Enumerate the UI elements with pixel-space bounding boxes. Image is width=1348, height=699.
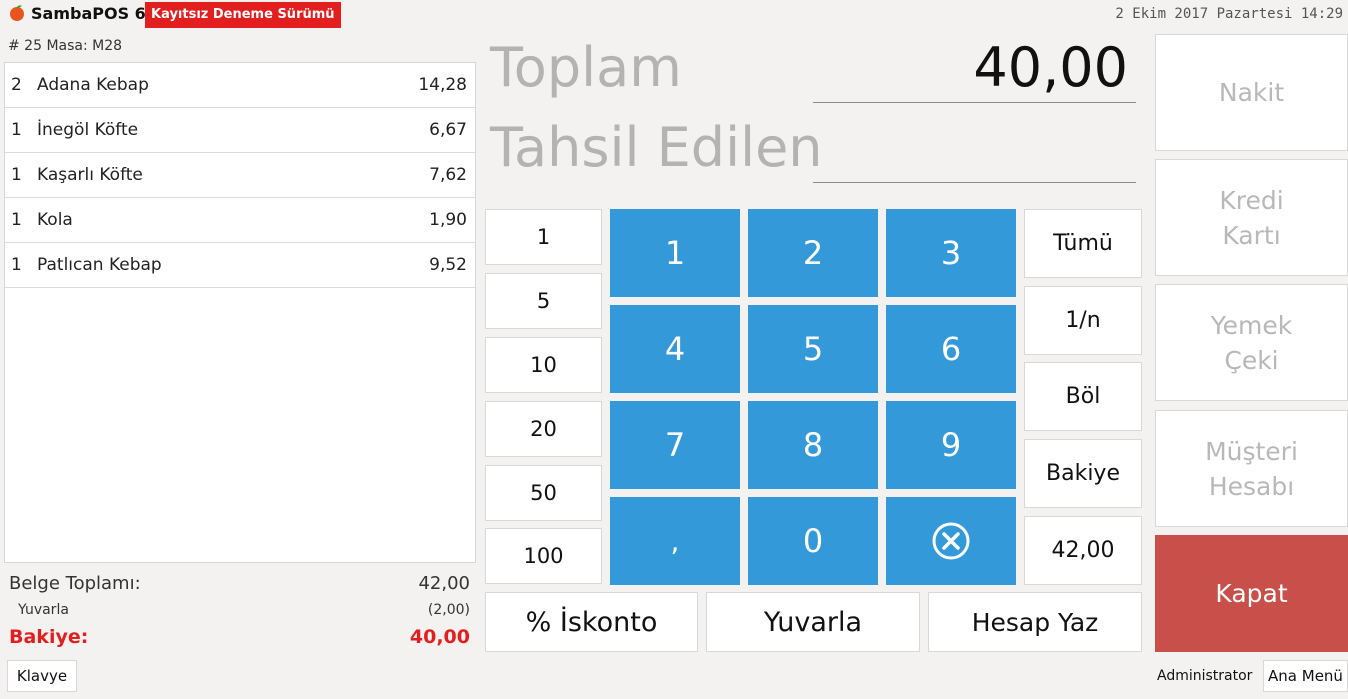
quick-amount-10-button[interactable]: 10	[485, 337, 602, 393]
order-qty: 1	[11, 210, 22, 230]
fraction-button[interactable]: 1/n	[1024, 286, 1142, 355]
quick-amount-20-button[interactable]: 20	[485, 401, 602, 457]
total-value: 40,00	[973, 36, 1128, 99]
keyboard-button[interactable]: Klavye	[7, 660, 77, 692]
meal-voucher-label-line2: Çeki	[1224, 345, 1279, 375]
collected-label: Tahsil Edilen	[490, 116, 823, 179]
quick-amount-1-button[interactable]: 1	[485, 209, 602, 265]
clear-circle-x-icon	[931, 521, 971, 561]
round-button[interactable]: Yuvarla	[706, 592, 920, 652]
customer-account-label-line1: Müşteri	[1205, 436, 1298, 466]
discount-button[interactable]: % İskonto	[485, 592, 698, 652]
order-price: 7,62	[429, 165, 467, 185]
ticket-info: # 25 Masa: M28	[8, 38, 123, 54]
numpad-0-button[interactable]: 0	[748, 497, 878, 585]
credit-card-label-line2: Kartı	[1222, 220, 1281, 250]
numpad-3-button[interactable]: 3	[886, 209, 1016, 297]
order-row[interactable]: 1 Kola 1,90	[5, 198, 475, 243]
order-qty: 1	[11, 255, 22, 275]
credit-card-label-line1: Kredi	[1219, 185, 1284, 215]
cash-label: Nakit	[1218, 78, 1285, 107]
rounding-value: (2,00)	[427, 602, 470, 618]
order-name: Patlıcan Kebap	[37, 255, 162, 275]
datetime-display: 2 Ekim 2017 Pazartesi 14:29	[1115, 6, 1343, 22]
all-button[interactable]: Tümü	[1024, 209, 1142, 278]
customer-account-payment-button[interactable]: Müşteri Hesabı	[1155, 410, 1348, 527]
numpad-9-button[interactable]: 9	[886, 401, 1016, 489]
sambapos-logo-icon	[8, 4, 26, 22]
order-row[interactable]: 2 Adana Kebap 14,28	[5, 63, 475, 108]
collected-input-line	[813, 182, 1136, 183]
split-button[interactable]: Böl	[1024, 362, 1142, 431]
close-ticket-button[interactable]: Kapat	[1155, 535, 1348, 652]
numpad-6-button[interactable]: 6	[886, 305, 1016, 393]
total-label: Toplam	[490, 36, 682, 99]
numpad-2-button[interactable]: 2	[748, 209, 878, 297]
order-price: 14,28	[418, 75, 467, 95]
order-row[interactable]: 1 Patlıcan Kebap 9,52	[5, 243, 475, 288]
order-qty: 1	[11, 165, 22, 185]
numpad-clear-button[interactable]	[886, 497, 1016, 585]
quick-amount-5-button[interactable]: 5	[485, 273, 602, 329]
trial-badge: Kayıtsız Deneme Sürümü	[145, 2, 341, 28]
credit-card-payment-button[interactable]: Kredi Kartı	[1155, 159, 1348, 276]
numpad-7-button[interactable]: 7	[610, 401, 740, 489]
customer-account-label-line2: Hesabı	[1208, 471, 1295, 501]
print-bill-button[interactable]: Hesap Yaz	[928, 592, 1142, 652]
order-name: Adana Kebap	[37, 75, 149, 95]
document-total-value: 42,00	[418, 573, 470, 594]
document-total-label: Belge Toplamı:	[9, 573, 141, 594]
rounding-label: Yuvarla	[18, 602, 69, 618]
order-price: 6,67	[429, 120, 467, 140]
order-name: Kola	[37, 210, 73, 230]
amount-42-button[interactable]: 42,00	[1024, 516, 1142, 585]
balance-button[interactable]: Bakiye	[1024, 439, 1142, 508]
numpad-8-button[interactable]: 8	[748, 401, 878, 489]
meal-voucher-label-line1: Yemek	[1210, 310, 1293, 340]
order-price: 9,52	[429, 255, 467, 275]
order-price: 1,90	[429, 210, 467, 230]
order-qty: 2	[11, 75, 22, 95]
numpad-comma-button[interactable]: ,	[610, 497, 740, 585]
numpad-5-button[interactable]: 5	[748, 305, 878, 393]
order-row[interactable]: 1 İnegöl Köfte 6,67	[5, 108, 475, 153]
numpad-4-button[interactable]: 4	[610, 305, 740, 393]
user-label: Administrator	[1157, 668, 1253, 684]
main-menu-button[interactable]: Ana Menü	[1263, 660, 1348, 692]
app-title: SambaPOS 6	[31, 4, 146, 23]
quick-amount-50-button[interactable]: 50	[485, 465, 602, 521]
order-qty: 1	[11, 120, 22, 140]
order-row[interactable]: 1 Kaşarlı Köfte 7,62	[5, 153, 475, 198]
order-list: 2 Adana Kebap 14,28 1 İnegöl Köfte 6,67 …	[5, 63, 475, 288]
meal-voucher-payment-button[interactable]: Yemek Çeki	[1155, 284, 1348, 401]
order-list-panel: 2 Adana Kebap 14,28 1 İnegöl Köfte 6,67 …	[4, 62, 476, 563]
cash-payment-button[interactable]: Nakit	[1155, 34, 1348, 151]
total-divider	[813, 102, 1136, 103]
order-name: İnegöl Köfte	[37, 120, 139, 140]
quick-amount-100-button[interactable]: 100	[485, 528, 602, 584]
balance-label: Bakiye:	[9, 626, 89, 648]
balance-value: 40,00	[409, 626, 470, 648]
order-name: Kaşarlı Köfte	[37, 165, 143, 185]
numpad-1-button[interactable]: 1	[610, 209, 740, 297]
